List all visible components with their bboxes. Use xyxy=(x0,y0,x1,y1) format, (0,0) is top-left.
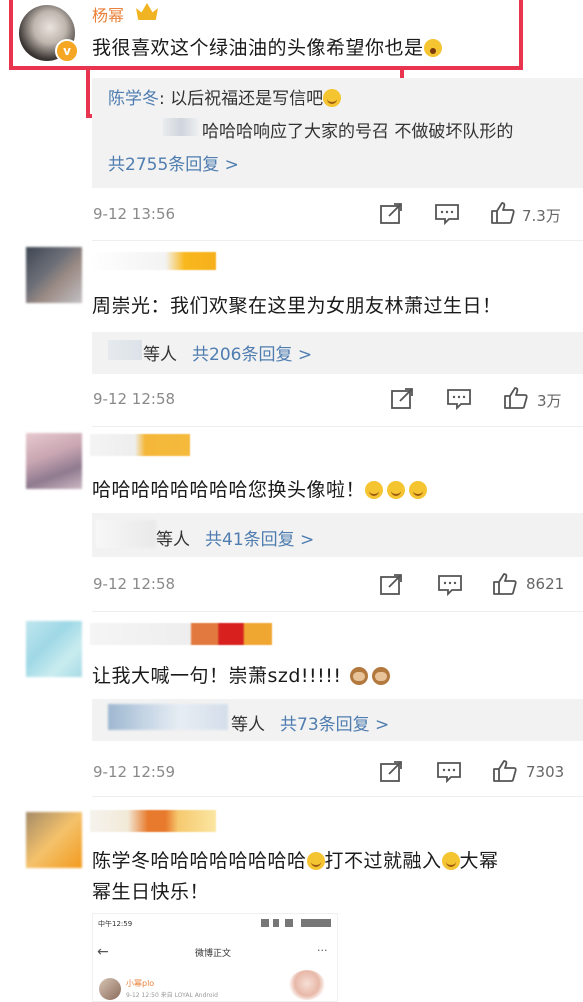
timestamp: 9-12 13:56 xyxy=(93,205,176,223)
like-count: 7303 xyxy=(526,763,565,781)
monkey-emoji-icon xyxy=(349,667,368,685)
more-replies-link[interactable]: 共41条回复 > xyxy=(205,525,314,550)
like-count: 8621 xyxy=(526,575,565,593)
blurred-username xyxy=(108,340,142,360)
avatar[interactable] xyxy=(26,812,82,868)
reply-prefix: 等人 xyxy=(143,345,177,365)
blurred-username xyxy=(96,520,156,548)
back-arrow-icon[interactable]: ← xyxy=(97,944,109,960)
comment-text: 周崇光：我们欢聚在这里为女朋友林萧过生日！ xyxy=(92,295,502,317)
blurred-username xyxy=(90,623,272,645)
smile-emoji-icon xyxy=(323,89,342,107)
share-icon[interactable] xyxy=(390,387,416,411)
comment-2: 周崇光：我们欢聚在这里为女朋友林萧过生日！ 等人 共206条回复 > 9-12 … xyxy=(0,242,583,428)
embedded-user: 小幂plo xyxy=(126,979,155,988)
embedded-meta: 9-12 12:50 来自 LOYAL Android xyxy=(126,992,218,999)
comment-icon[interactable] xyxy=(437,573,463,597)
reply-prefix: 等人 xyxy=(156,530,190,550)
timestamp: 9-12 12:59 xyxy=(93,763,176,781)
embedded-screenshot[interactable]: 中午12:59 ← 微博正文 ··· 小幂plo 9-12 12:50 来自 L… xyxy=(92,913,338,1002)
comment-icon[interactable] xyxy=(434,202,460,226)
divider xyxy=(92,426,583,427)
comment-3: 哈哈哈哈哈哈哈哈您换头像啦！ 等人 共41条回复 > 9-12 12:58 86… xyxy=(0,428,583,612)
like-icon[interactable] xyxy=(492,759,518,783)
reply-prefix: 等人 xyxy=(231,715,265,735)
embedded-title: 微博正文 xyxy=(195,949,232,959)
divider xyxy=(92,240,583,241)
comment-text-line2: 幂生日快乐！ xyxy=(92,881,210,903)
timestamp: 9-12 12:58 xyxy=(93,390,176,408)
comment-4: 让我大喊一句！崇萧szd!!!!! 等人 共73条回复 > 9-12 12:59… xyxy=(0,613,583,795)
like-count: 3万 xyxy=(537,392,562,410)
more-icon[interactable]: ··· xyxy=(317,944,328,957)
surprise-emoji-icon xyxy=(423,39,442,57)
avatar[interactable] xyxy=(26,433,82,489)
divider xyxy=(92,796,583,797)
status-bar-icons xyxy=(261,919,331,927)
like-icon[interactable] xyxy=(503,386,529,410)
comment-text: 哈哈哈哈哈哈哈哈您换头像啦！ xyxy=(92,475,428,502)
like-count: 7.3万 xyxy=(522,207,561,225)
like-icon[interactable] xyxy=(492,572,518,596)
comment-1: v 杨幂 我很喜欢这个绿油油的头像希望你也是 陈学冬: 以后祝福还是写信吧 哈哈… xyxy=(0,0,583,236)
embedded-avatar xyxy=(99,978,121,1000)
share-icon[interactable] xyxy=(379,573,405,597)
smile-emoji-icon xyxy=(409,481,428,499)
comment-5: 陈学冬哈哈哈哈哈哈哈哈 打不过就融入 大幂 幂生日快乐！ 中午12:59 ← 微博正… xyxy=(0,798,583,1002)
blurred-username xyxy=(163,118,199,136)
reply-second-line: 哈哈哈响应了大家的号召 不做破坏队形的 xyxy=(202,122,514,142)
like-icon[interactable] xyxy=(490,201,516,225)
comment-text: 我很喜欢这个绿油油的头像希望你也是 xyxy=(92,33,442,60)
avatar[interactable] xyxy=(26,247,82,303)
share-icon[interactable] xyxy=(379,202,405,226)
smile-emoji-icon xyxy=(441,852,460,870)
reply-author: 陈学冬 xyxy=(108,89,159,109)
blurred-username xyxy=(90,434,190,456)
smile-emoji-icon xyxy=(387,481,406,499)
more-replies-link[interactable]: 共73条回复 > xyxy=(280,710,389,735)
status-time: 中午12:59 xyxy=(98,920,133,928)
comment-icon[interactable] xyxy=(446,387,472,411)
timestamp: 9-12 12:58 xyxy=(93,575,176,593)
more-replies-link[interactable]: 共206条回复 > xyxy=(192,340,312,365)
smile-emoji-icon xyxy=(365,481,384,499)
comment-text: 让我大喊一句！崇萧szd!!!!! xyxy=(92,661,390,688)
blurred-username xyxy=(90,252,216,270)
smile-emoji-icon xyxy=(306,852,325,870)
embedded-sticker xyxy=(289,970,325,1000)
comment-text: 陈学冬哈哈哈哈哈哈哈哈 打不过就融入 大幂 xyxy=(92,850,499,872)
divider xyxy=(92,611,583,612)
reply-preview[interactable]: 陈学冬: 以后祝福还是写信吧 xyxy=(108,84,342,109)
share-icon[interactable] xyxy=(379,760,405,784)
blurred-username xyxy=(108,704,228,730)
comment-icon[interactable] xyxy=(436,760,462,784)
avatar[interactable] xyxy=(26,621,82,677)
more-replies-link[interactable]: 共2755条回复 > xyxy=(108,150,239,175)
blurred-username xyxy=(90,810,216,832)
username[interactable]: 杨幂 xyxy=(92,2,124,26)
monkey-emoji-icon xyxy=(371,667,390,685)
